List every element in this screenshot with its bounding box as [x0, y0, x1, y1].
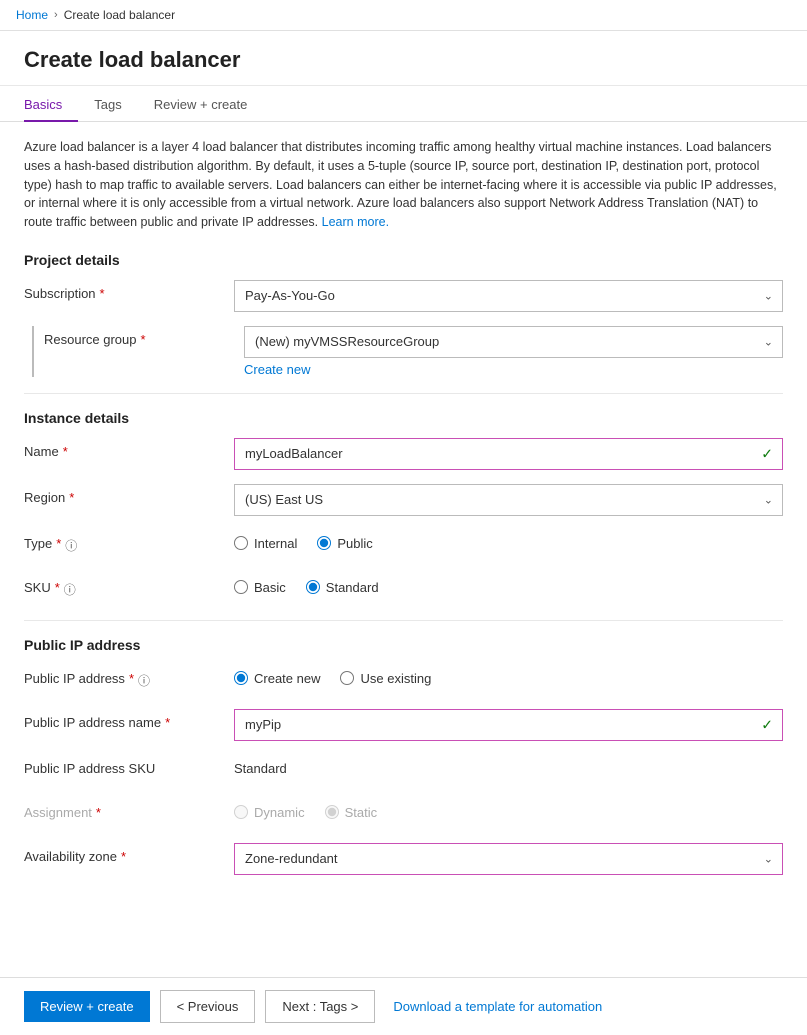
sku-info-icon[interactable]: ⓘ	[64, 581, 76, 598]
public-ip-title: Public IP address	[24, 637, 783, 653]
resource-group-create-new[interactable]: Create new	[244, 362, 310, 377]
review-create-button[interactable]: Review + create	[24, 991, 150, 1022]
availability-zone-label: Availability zone	[24, 849, 117, 864]
assignment-label: Assignment	[24, 805, 92, 820]
name-label: Name	[24, 444, 59, 459]
region-row: Region * (US) East US ⌄	[24, 484, 783, 516]
learn-more-link[interactable]: Learn more.	[322, 215, 389, 229]
type-info-icon[interactable]: ⓘ	[65, 537, 77, 554]
project-details-title: Project details	[24, 252, 783, 268]
type-required: *	[56, 536, 61, 551]
public-ip-name-label: Public IP address name	[24, 715, 161, 730]
availability-zone-row: Availability zone * Zone-redundant ⌄	[24, 843, 783, 875]
assignment-required: *	[96, 805, 101, 820]
region-label: Region	[24, 490, 65, 505]
subscription-row: Subscription * Pay-As-You-Go ⌄	[24, 280, 783, 312]
tab-basics[interactable]: Basics	[24, 87, 78, 122]
public-ip-address-row: Public IP address * ⓘ Create new Use exi…	[24, 665, 783, 695]
assignment-dynamic-option[interactable]: Dynamic	[234, 805, 305, 820]
resource-group-label: Resource group	[44, 332, 137, 347]
name-row: Name * ✓	[24, 438, 783, 470]
name-valid-icon: ✓	[761, 445, 773, 462]
name-input[interactable]	[234, 438, 783, 470]
breadcrumb-home[interactable]: Home	[16, 8, 48, 22]
tab-review-create[interactable]: Review + create	[154, 87, 264, 122]
resource-group-select[interactable]: (New) myVMSSResourceGroup	[244, 326, 783, 358]
breadcrumb: Home › Create load balancer	[0, 0, 807, 31]
resource-group-required: *	[141, 332, 146, 347]
region-select[interactable]: (US) East US	[234, 484, 783, 516]
public-ip-sku-label: Public IP address SKU	[24, 761, 155, 776]
tab-tags[interactable]: Tags	[94, 87, 137, 122]
subscription-required: *	[100, 286, 105, 301]
tab-bar: Basics Tags Review + create	[0, 86, 807, 122]
next-button[interactable]: Next : Tags >	[265, 990, 375, 1023]
breadcrumb-current: Create load balancer	[64, 8, 175, 22]
assignment-row: Assignment * Dynamic Static	[24, 799, 783, 829]
availability-zone-required: *	[121, 849, 126, 864]
type-label: Type	[24, 536, 52, 551]
instance-details-title: Instance details	[24, 410, 783, 426]
download-template-link[interactable]: Download a template for automation	[385, 991, 610, 1022]
type-public-option[interactable]: Public	[317, 536, 372, 551]
public-ip-use-existing-option[interactable]: Use existing	[340, 671, 431, 686]
type-internal-option[interactable]: Internal	[234, 536, 297, 551]
region-required: *	[69, 490, 74, 505]
sku-label: SKU	[24, 580, 51, 595]
public-ip-sku-value: Standard	[234, 755, 783, 776]
sku-basic-option[interactable]: Basic	[234, 580, 286, 595]
availability-zone-select[interactable]: Zone-redundant	[234, 843, 783, 875]
public-ip-name-input[interactable]	[234, 709, 783, 741]
public-ip-sku-row: Public IP address SKU Standard	[24, 755, 783, 785]
type-row: Type * ⓘ Internal Public	[24, 530, 783, 560]
assignment-static-option[interactable]: Static	[325, 805, 378, 820]
public-ip-name-row: Public IP address name * ✓	[24, 709, 783, 741]
footer-bar: Review + create < Previous Next : Tags >…	[0, 977, 807, 1035]
public-ip-name-required: *	[165, 715, 170, 730]
sku-standard-option[interactable]: Standard	[306, 580, 379, 595]
subscription-label: Subscription	[24, 286, 96, 301]
public-ip-required: *	[129, 671, 134, 686]
sku-required: *	[55, 580, 60, 595]
previous-button[interactable]: < Previous	[160, 990, 256, 1023]
public-ip-name-valid-icon: ✓	[761, 716, 773, 733]
subscription-select[interactable]: Pay-As-You-Go	[234, 280, 783, 312]
name-required: *	[63, 444, 68, 459]
public-ip-address-label: Public IP address	[24, 671, 125, 686]
description-text: Azure load balancer is a layer 4 load ba…	[24, 138, 783, 232]
resource-group-row: Resource group * (New) myVMSSResourceGro…	[34, 326, 783, 377]
sku-row: SKU * ⓘ Basic Standard	[24, 574, 783, 604]
public-ip-create-new-option[interactable]: Create new	[234, 671, 320, 686]
page-title: Create load balancer	[0, 31, 807, 86]
public-ip-info-icon[interactable]: ⓘ	[138, 672, 150, 689]
breadcrumb-separator: ›	[54, 9, 58, 21]
